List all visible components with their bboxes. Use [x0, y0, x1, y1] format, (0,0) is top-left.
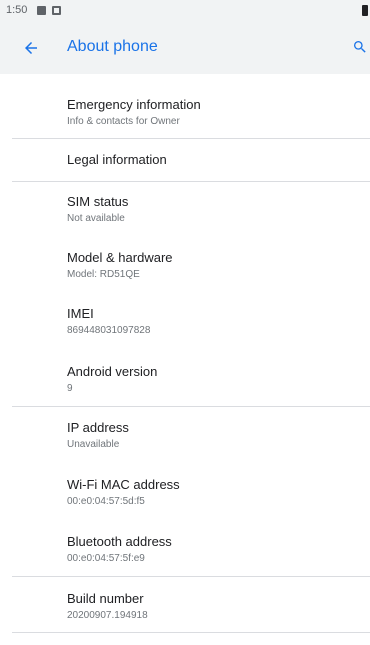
list-item-title: Android version: [67, 364, 158, 379]
list-item-title: IMEI: [67, 306, 94, 321]
notification-icon: [37, 6, 46, 15]
list-item-title: IP address: [67, 420, 129, 435]
list-item-subtitle: Unavailable: [67, 439, 120, 450]
list-item-wifi-mac-address[interactable]: Wi-Fi MAC address 00:e0:04:57:5d:f5: [67, 476, 180, 509]
page-title: About phone: [67, 38, 158, 55]
list-item-android-version[interactable]: Android version 9: [67, 363, 157, 396]
list-item-title: Legal information: [67, 152, 167, 167]
divider: [12, 138, 370, 139]
list-item-subtitle: 869448031097828: [67, 325, 151, 336]
list-item-title: Emergency information: [67, 97, 201, 112]
arrow-back-icon[interactable]: [22, 39, 40, 57]
notification-icon-outline: [52, 6, 61, 15]
list-item-ip-address[interactable]: IP address Unavailable: [67, 419, 129, 452]
list-item-subtitle: 9: [67, 383, 73, 394]
list-item-subtitle: 00:e0:04:57:5d:f5: [67, 496, 145, 507]
divider: [12, 181, 370, 182]
list-item-title: Model & hardware: [67, 250, 173, 265]
list-item-title: Bluetooth address: [67, 534, 172, 549]
list-item-subtitle: Info & contacts for Owner: [67, 116, 180, 127]
list-item-model-hardware[interactable]: Model & hardware Model: RD51QE: [67, 249, 173, 282]
list-item-subtitle: Not available: [67, 213, 125, 224]
list-item-imei[interactable]: IMEI 869448031097828: [67, 305, 150, 338]
list-item-sim-status[interactable]: SIM status Not available: [67, 193, 128, 226]
list-item-title: Wi-Fi MAC address: [67, 477, 180, 492]
list-item-bluetooth-address[interactable]: Bluetooth address 00:e0:04:57:5f:e9: [67, 533, 172, 566]
list-item-subtitle: 20200907.194918: [67, 610, 148, 621]
list-item-title: Build number: [67, 591, 144, 606]
list-item-emergency-information[interactable]: Emergency information Info & contacts fo…: [67, 96, 201, 129]
list-item-build-number[interactable]: Build number 20200907.194918: [67, 590, 148, 623]
list-item-title: SIM status: [67, 194, 129, 209]
status-bar: 1:50: [0, 0, 370, 22]
list-item-subtitle: Model: RD51QE: [67, 269, 140, 280]
status-time: 1:50: [6, 4, 28, 16]
search-icon[interactable]: [352, 39, 368, 55]
divider: [12, 576, 370, 577]
list-item-legal-information[interactable]: Legal information: [67, 151, 167, 168]
list-item-subtitle: 00:e0:04:57:5f:e9: [67, 553, 145, 564]
battery-icon: [362, 5, 368, 16]
divider: [12, 406, 370, 407]
app-bar: About phone: [0, 22, 370, 74]
divider: [12, 632, 370, 633]
